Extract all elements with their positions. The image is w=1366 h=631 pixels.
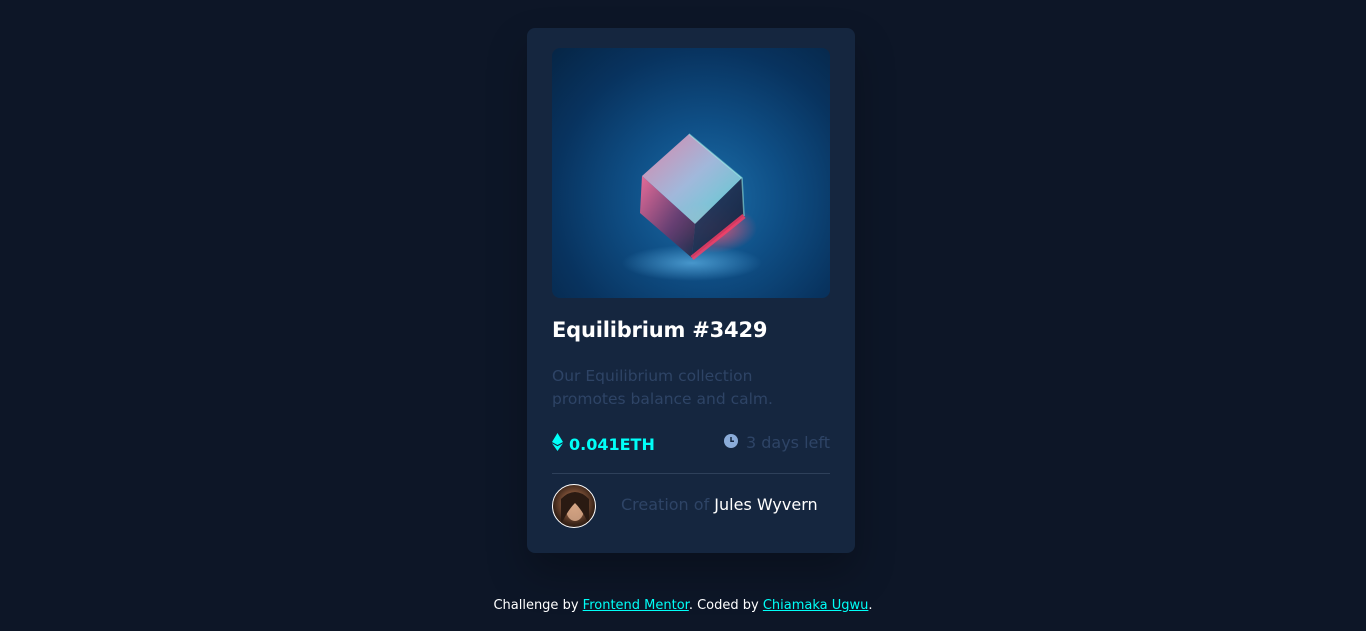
footer-prefix: Challenge by bbox=[493, 598, 583, 613]
attribution-footer: Challenge by Frontend Mentor. Coded by C… bbox=[0, 598, 1366, 613]
nft-title[interactable]: Equilibrium #3429 bbox=[552, 318, 767, 342]
author-link[interactable]: Chiamaka Ugwu bbox=[763, 598, 869, 613]
cube-illustration bbox=[622, 133, 762, 281]
nft-card: Equilibrium #3429 Our Equilibrium collec… bbox=[527, 28, 855, 553]
creator-name-link[interactable]: Jules Wyvern bbox=[714, 495, 817, 514]
divider bbox=[552, 473, 830, 474]
ethereum-icon bbox=[552, 433, 563, 455]
nft-meta: 0.041ETH 3 days left bbox=[552, 433, 830, 455]
frontend-mentor-link[interactable]: Frontend Mentor bbox=[583, 598, 689, 613]
creator-prefix: Creation of bbox=[621, 495, 710, 514]
footer-middle: . Coded by bbox=[688, 598, 763, 613]
time-left: 3 days left bbox=[723, 433, 830, 452]
creator-row: Creation of Jules Wyvern bbox=[552, 484, 830, 528]
creator-text: Creation of Jules Wyvern bbox=[621, 495, 818, 514]
avatar bbox=[552, 484, 596, 528]
price-value: 0.041ETH bbox=[569, 434, 655, 454]
clock-icon bbox=[723, 433, 738, 452]
time-left-label: 3 days left bbox=[745, 433, 830, 452]
nft-description: Our Equilibrium collection promotes bala… bbox=[552, 367, 773, 408]
footer-suffix: . bbox=[868, 598, 873, 613]
price: 0.041ETH bbox=[552, 433, 655, 455]
nft-image[interactable] bbox=[552, 48, 830, 298]
